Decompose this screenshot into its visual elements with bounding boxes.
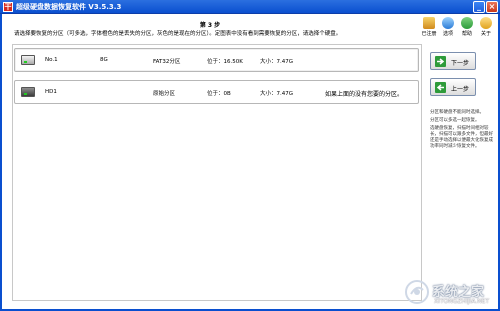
partition-capacity: 大小：7.47G — [260, 91, 294, 97]
window-controls: _ × — [473, 1, 498, 13]
partition-fs: FAT32分区 — [153, 59, 181, 65]
arrow-left-icon — [435, 82, 446, 93]
partition-capacity: 大小：7.47G — [260, 59, 294, 65]
instruction-text: 请选择要恢复的分区（可多选，字体橙色的是丢失的分区，灰色的是现在的分区）。定图表… — [14, 31, 342, 37]
watermark: 系统之家 XITONGZHIJIA.NET — [404, 279, 496, 307]
partition-row[interactable]: No.1 8G FAT32分区 位于：16.50K 大小：7.47G — [14, 48, 419, 72]
tips-panel: 分区和硬盘不能同时选择。 分区可以多选一起恢复。 选硬盘恢复，扫描时间相对较长，… — [430, 110, 496, 152]
options-label: 选项 — [442, 31, 453, 37]
close-icon: × — [488, 2, 496, 11]
tip-text: 分区和硬盘不能同时选择。 — [430, 110, 484, 115]
about-icon — [480, 17, 492, 29]
prev-label: 上一步 — [451, 86, 470, 93]
next-label: 下一步 — [451, 60, 470, 67]
partition-name: HD1 — [45, 89, 57, 95]
arrow-right-icon — [435, 56, 446, 67]
about-label: 关于 — [480, 31, 491, 37]
register-button[interactable]: 已注册 — [420, 17, 438, 37]
minimize-button[interactable]: _ — [473, 1, 485, 13]
watermark-logo-icon — [405, 280, 429, 304]
close-button[interactable]: × — [486, 1, 498, 13]
partition-size: 8G — [100, 57, 108, 63]
partition-position: 位于：16.50K — [207, 59, 243, 65]
toolbar-icons: 已注册 选项 帮助 关于 — [420, 17, 500, 41]
minimize-icon: _ — [477, 2, 481, 11]
about-button[interactable]: 关于 — [477, 17, 495, 37]
title-bar[interactable]: 干 超级硬盘数据恢复软件 V3.5.3.3 _ × — [0, 0, 500, 14]
partition-note: 如果上面的没有您要的分区。 — [325, 91, 404, 98]
help-button[interactable]: 帮助 — [458, 17, 476, 37]
register-icon — [423, 17, 435, 29]
register-label: 已注册 — [421, 31, 437, 37]
step-title: 第 3 步 — [199, 22, 221, 29]
drive-icon — [21, 55, 35, 65]
app-logo-icon: 干 — [3, 2, 13, 12]
window-title: 超级硬盘数据恢复软件 V3.5.3.3 — [16, 3, 122, 11]
help-icon — [461, 17, 473, 29]
navigation-sidebar: 下一步 上一步 — [425, 48, 500, 301]
partition-row[interactable]: HD1 原始分区 位于：0B 大小：7.47G 如果上面的没有您要的分区。 — [14, 80, 419, 104]
watermark-subtext: XITONGZHIJIA.NET — [434, 298, 490, 305]
partition-position: 位于：0B — [207, 91, 231, 97]
next-button[interactable]: 下一步 — [430, 52, 476, 70]
tip-text: 分区可以多选一起恢复。 — [430, 118, 480, 123]
options-button[interactable]: 选项 — [439, 17, 457, 37]
partition-fs: 原始分区 — [153, 91, 176, 97]
options-icon — [442, 17, 454, 29]
hard-disk-icon — [21, 87, 35, 97]
help-label: 帮助 — [461, 31, 472, 37]
tip-text: 选硬盘恢复，扫描时间相对较长，扫描可以跟多文件，但最好还是手动选择以便最大化恢复… — [430, 126, 493, 149]
prev-button[interactable]: 上一步 — [430, 78, 476, 96]
partition-name: No.1 — [45, 57, 58, 63]
